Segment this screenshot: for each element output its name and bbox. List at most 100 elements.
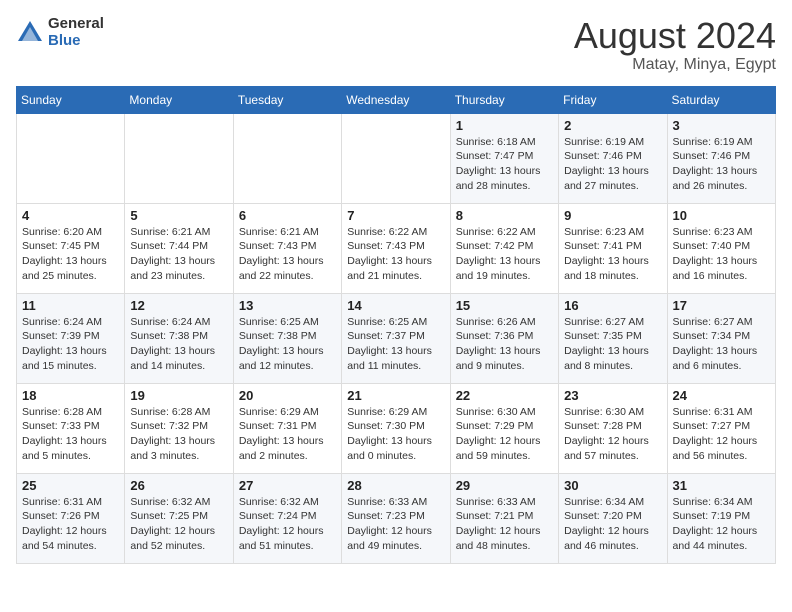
calendar-cell — [233, 113, 341, 203]
day-number: 7 — [347, 208, 444, 223]
calendar-cell: 11 Sunrise: 6:24 AMSunset: 7:39 PMDayligh… — [17, 293, 125, 383]
day-info: Sunrise: 6:34 AMSunset: 7:20 PMDaylight:… — [564, 495, 661, 554]
calendar-cell: 6 Sunrise: 6:21 AMSunset: 7:43 PMDaylight… — [233, 203, 341, 293]
day-number: 21 — [347, 388, 444, 403]
calendar-cell: 28 Sunrise: 6:33 AMSunset: 7:23 PMDayligh… — [342, 473, 450, 563]
calendar-cell: 22Sunrise: 6:30 AMSunset: 7:29 PMDayligh… — [450, 383, 558, 473]
calendar-week-2: 4Sunrise: 6:20 AMSunset: 7:45 PMDaylight… — [17, 203, 776, 293]
calendar-table: SundayMondayTuesdayWednesdayThursdayFrid… — [16, 86, 776, 564]
day-info: Sunrise: 6:25 AMSunset: 7:37 PMDaylight:… — [347, 315, 444, 374]
day-number: 10 — [673, 208, 770, 223]
weekday-header-monday: Monday — [125, 86, 233, 113]
calendar-cell: 14 Sunrise: 6:25 AMSunset: 7:37 PMDayligh… — [342, 293, 450, 383]
calendar-cell: 8 Sunrise: 6:22 AMSunset: 7:42 PMDaylight… — [450, 203, 558, 293]
day-number: 12 — [130, 298, 227, 313]
logo-general-text: General — [48, 16, 104, 33]
day-number: 16 — [564, 298, 661, 313]
page-header: General Blue August 2024 Matay, Minya, E… — [16, 16, 776, 74]
day-info: Sunrise: 6:23 AMSunset: 7:40 PMDaylight:… — [673, 225, 770, 284]
calendar-cell: 23Sunrise: 6:30 AMSunset: 7:28 PMDayligh… — [559, 383, 667, 473]
day-info: Sunrise: 6:31 AMSunset: 7:26 PMDaylight:… — [22, 495, 119, 554]
day-info: Sunrise: 6:33 AMSunset: 7:23 PMDaylight:… — [347, 495, 444, 554]
calendar-cell: 7 Sunrise: 6:22 AMSunset: 7:43 PMDaylight… — [342, 203, 450, 293]
day-info: Sunrise: 6:19 AMSunset: 7:46 PMDaylight:… — [673, 135, 770, 194]
calendar-cell: 16 Sunrise: 6:27 AMSunset: 7:35 PMDayligh… — [559, 293, 667, 383]
calendar-cell — [342, 113, 450, 203]
calendar-cell — [17, 113, 125, 203]
day-number: 26 — [130, 478, 227, 493]
calendar-cell: 18Sunrise: 6:28 AMSunset: 7:33 PMDayligh… — [17, 383, 125, 473]
day-number: 1 — [456, 118, 553, 133]
calendar-week-1: 1Sunrise: 6:18 AMSunset: 7:47 PMDaylight… — [17, 113, 776, 203]
day-info: Sunrise: 6:24 AMSunset: 7:39 PMDaylight:… — [22, 315, 119, 374]
calendar-week-5: 25Sunrise: 6:31 AMSunset: 7:26 PMDayligh… — [17, 473, 776, 563]
day-info: Sunrise: 6:29 AMSunset: 7:31 PMDaylight:… — [239, 405, 336, 464]
calendar-cell: 20 Sunrise: 6:29 AMSunset: 7:31 PMDayligh… — [233, 383, 341, 473]
day-info: Sunrise: 6:34 AMSunset: 7:19 PMDaylight:… — [673, 495, 770, 554]
day-info: Sunrise: 6:32 AMSunset: 7:25 PMDaylight:… — [130, 495, 227, 554]
weekday-header-sunday: Sunday — [17, 86, 125, 113]
day-number: 17 — [673, 298, 770, 313]
day-info: Sunrise: 6:25 AMSunset: 7:38 PMDaylight:… — [239, 315, 336, 374]
day-info: Sunrise: 6:22 AMSunset: 7:43 PMDaylight:… — [347, 225, 444, 284]
logo-text: General Blue — [48, 16, 104, 49]
day-number: 8 — [456, 208, 553, 223]
calendar-cell: 13Sunrise: 6:25 AMSunset: 7:38 PMDayligh… — [233, 293, 341, 383]
day-number: 9 — [564, 208, 661, 223]
day-number: 5 — [130, 208, 227, 223]
logo: General Blue — [16, 16, 104, 49]
day-info: Sunrise: 6:23 AMSunset: 7:41 PMDaylight:… — [564, 225, 661, 284]
day-number: 29 — [456, 478, 553, 493]
day-number: 28 — [347, 478, 444, 493]
day-number: 3 — [673, 118, 770, 133]
day-info: Sunrise: 6:24 AMSunset: 7:38 PMDaylight:… — [130, 315, 227, 374]
calendar-cell: 2 Sunrise: 6:19 AMSunset: 7:46 PMDaylight… — [559, 113, 667, 203]
day-number: 30 — [564, 478, 661, 493]
day-info: Sunrise: 6:21 AMSunset: 7:43 PMDaylight:… — [239, 225, 336, 284]
day-info: Sunrise: 6:27 AMSunset: 7:34 PMDaylight:… — [673, 315, 770, 374]
day-info: Sunrise: 6:26 AMSunset: 7:36 PMDaylight:… — [456, 315, 553, 374]
calendar-cell: 31 Sunrise: 6:34 AMSunset: 7:19 PMDayligh… — [667, 473, 775, 563]
day-info: Sunrise: 6:19 AMSunset: 7:46 PMDaylight:… — [564, 135, 661, 194]
logo-icon — [16, 19, 44, 47]
weekday-header-row: SundayMondayTuesdayWednesdayThursdayFrid… — [17, 86, 776, 113]
title-block: August 2024 Matay, Minya, Egypt — [574, 16, 776, 74]
calendar-cell: 10 Sunrise: 6:23 AMSunset: 7:40 PMDayligh… — [667, 203, 775, 293]
day-number: 2 — [564, 118, 661, 133]
weekday-header-saturday: Saturday — [667, 86, 775, 113]
day-info: Sunrise: 6:29 AMSunset: 7:30 PMDaylight:… — [347, 405, 444, 464]
calendar-cell: 4Sunrise: 6:20 AMSunset: 7:45 PMDaylight… — [17, 203, 125, 293]
day-number: 19 — [130, 388, 227, 403]
day-number: 11 — [22, 298, 119, 313]
day-number: 14 — [347, 298, 444, 313]
day-info: Sunrise: 6:21 AMSunset: 7:44 PMDaylight:… — [130, 225, 227, 284]
day-info: Sunrise: 6:28 AMSunset: 7:33 PMDaylight:… — [22, 405, 119, 464]
calendar-week-4: 18Sunrise: 6:28 AMSunset: 7:33 PMDayligh… — [17, 383, 776, 473]
month-year-title: August 2024 — [574, 16, 776, 56]
day-info: Sunrise: 6:33 AMSunset: 7:21 PMDaylight:… — [456, 495, 553, 554]
calendar-cell: 24 Sunrise: 6:31 AMSunset: 7:27 PMDayligh… — [667, 383, 775, 473]
day-info: Sunrise: 6:30 AMSunset: 7:29 PMDaylight:… — [456, 405, 553, 464]
weekday-header-tuesday: Tuesday — [233, 86, 341, 113]
day-info: Sunrise: 6:32 AMSunset: 7:24 PMDaylight:… — [239, 495, 336, 554]
day-number: 20 — [239, 388, 336, 403]
calendar-cell: 5 Sunrise: 6:21 AMSunset: 7:44 PMDaylight… — [125, 203, 233, 293]
day-number: 27 — [239, 478, 336, 493]
day-info: Sunrise: 6:31 AMSunset: 7:27 PMDaylight:… — [673, 405, 770, 464]
day-info: Sunrise: 6:28 AMSunset: 7:32 PMDaylight:… — [130, 405, 227, 464]
day-info: Sunrise: 6:22 AMSunset: 7:42 PMDaylight:… — [456, 225, 553, 284]
calendar-cell: 1Sunrise: 6:18 AMSunset: 7:47 PMDaylight… — [450, 113, 558, 203]
calendar-cell: 12 Sunrise: 6:24 AMSunset: 7:38 PMDayligh… — [125, 293, 233, 383]
day-number: 31 — [673, 478, 770, 493]
day-number: 15 — [456, 298, 553, 313]
location-subtitle: Matay, Minya, Egypt — [574, 56, 776, 74]
calendar-cell: 3 Sunrise: 6:19 AMSunset: 7:46 PMDaylight… — [667, 113, 775, 203]
day-number: 4 — [22, 208, 119, 223]
day-number: 24 — [673, 388, 770, 403]
day-number: 6 — [239, 208, 336, 223]
day-info: Sunrise: 6:27 AMSunset: 7:35 PMDaylight:… — [564, 315, 661, 374]
calendar-cell: 19 Sunrise: 6:28 AMSunset: 7:32 PMDayligh… — [125, 383, 233, 473]
calendar-cell: 17 Sunrise: 6:27 AMSunset: 7:34 PMDayligh… — [667, 293, 775, 383]
calendar-cell: 9 Sunrise: 6:23 AMSunset: 7:41 PMDaylight… — [559, 203, 667, 293]
day-number: 23 — [564, 388, 661, 403]
